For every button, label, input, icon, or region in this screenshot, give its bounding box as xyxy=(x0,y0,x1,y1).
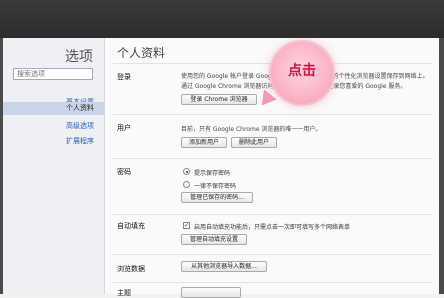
sidebar-item-personal[interactable]: 个人资料 xyxy=(3,102,104,115)
sign-in-chrome-button[interactable]: 登录 Chrome 浏览器 xyxy=(181,94,257,105)
passwords-section-label: 密码 xyxy=(117,168,131,176)
settings-sidebar: 选项 基本设置 个人资料 高级选项 扩展程序 xyxy=(3,38,105,294)
manage-autofill-button[interactable]: 管理自动填充设置 xyxy=(181,234,247,245)
divider xyxy=(113,254,433,255)
manage-passwords-button[interactable]: 管理已保存的密码... xyxy=(181,192,253,203)
import-data-button[interactable]: 从其他浏览器导入数据... xyxy=(181,261,267,272)
sidebar-item-advanced[interactable]: 高级选项 xyxy=(4,121,94,131)
browsing-data-section-label: 浏览数据 xyxy=(117,265,145,273)
autofill-checkbox-label: 启用自动填充功能后，只需点击一次即可填写多个网络表单 xyxy=(194,224,351,231)
never-save-passwords-radio[interactable] xyxy=(183,181,190,188)
window-top-bar xyxy=(0,0,444,38)
search-input[interactable] xyxy=(13,68,93,80)
add-user-button[interactable]: 添加新用户 xyxy=(181,137,227,148)
users-description: 目前，只有 Google Chrome 浏览器的唯一一用户。 xyxy=(181,126,322,133)
save-passwords-radio[interactable] xyxy=(183,168,190,175)
sidebar-item-extensions[interactable]: 扩展程序 xyxy=(4,136,94,146)
right-border xyxy=(439,38,444,294)
users-section-label: 用户 xyxy=(117,124,131,132)
divider xyxy=(113,282,433,283)
divider xyxy=(113,214,433,215)
never-save-passwords-label: 一律不保存密码 xyxy=(194,183,237,190)
autofill-checkbox[interactable]: ✓ xyxy=(183,222,190,229)
themes-button[interactable] xyxy=(181,287,241,298)
delete-user-button[interactable]: 删除此用户 xyxy=(231,137,277,148)
divider xyxy=(113,114,433,115)
page-title: 个人资料 xyxy=(117,46,166,60)
save-passwords-label: 提示保存密码 xyxy=(194,170,231,177)
themes-section-label: 主题 xyxy=(117,289,131,297)
click-callout: 点击 xyxy=(271,42,333,104)
callout-text: 点击 xyxy=(288,63,316,79)
sidebar-title: 选项 xyxy=(65,49,93,65)
autofill-section-label: 自动填充 xyxy=(117,222,145,230)
login-section-label: 登录 xyxy=(117,73,131,81)
divider xyxy=(113,158,433,159)
